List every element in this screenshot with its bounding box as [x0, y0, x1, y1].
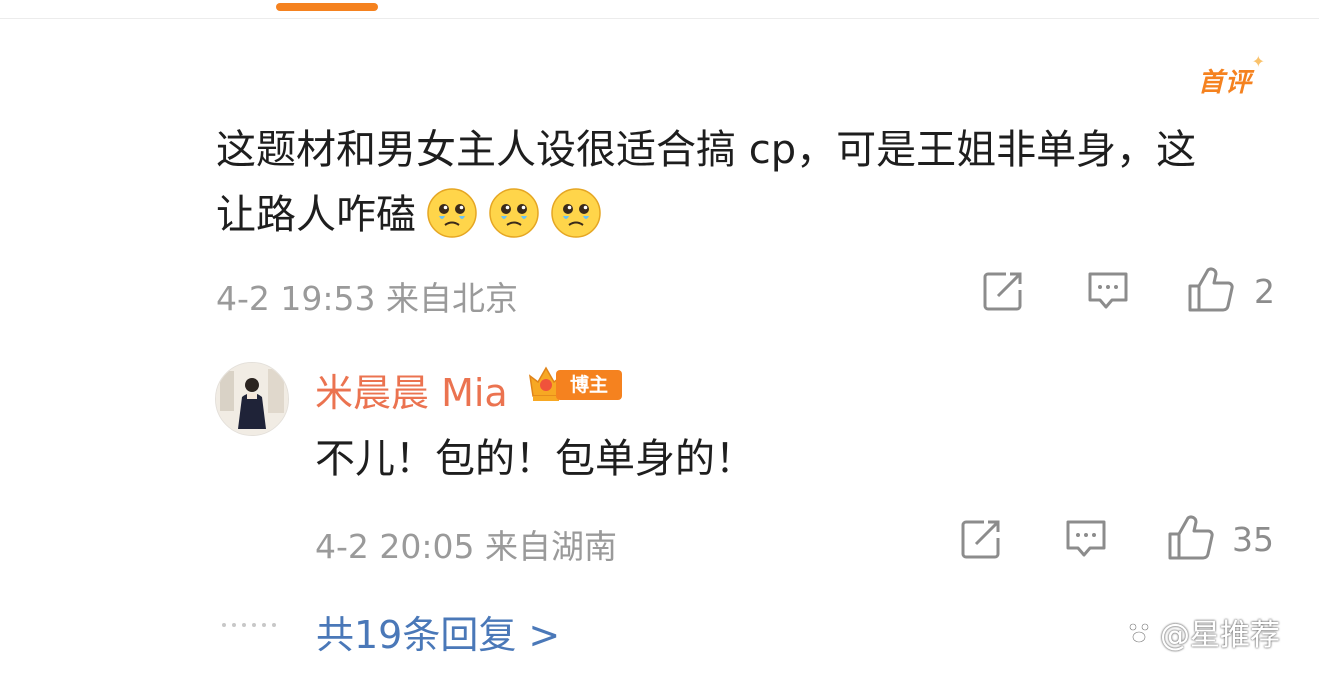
comment-reply-button[interactable]	[1086, 270, 1130, 312]
reply-text: 不儿！包的！包单身的！	[315, 436, 755, 482]
reply-meta: 4-2 20:05 来自湖南	[315, 520, 617, 568]
sparkle-icon: ✦	[1251, 52, 1267, 71]
reply-location: 来自湖南	[485, 527, 617, 566]
reply-username[interactable]: 米晨晨 Mia	[315, 362, 508, 417]
blogger-badge: 博主	[526, 362, 626, 406]
first-comment-badge-label: 首评	[1198, 68, 1253, 98]
like-icon	[1188, 267, 1234, 312]
tab-indicator	[276, 3, 378, 11]
dotted-divider	[222, 623, 276, 627]
reply-share-button[interactable]	[960, 518, 1004, 560]
crying-face-emoji	[427, 188, 477, 238]
avatar-image	[216, 363, 288, 435]
comment-share-button[interactable]	[982, 270, 1026, 312]
comment-body: 这题材和男女主人设很适合搞 cp，可是王姐非单身，这让路人咋磕	[216, 118, 1216, 248]
comment-location: 来自北京	[386, 279, 518, 318]
share-icon	[983, 272, 1022, 311]
comment-icon	[1066, 520, 1106, 557]
avatar[interactable]	[215, 362, 289, 436]
top-divider	[0, 18, 1319, 19]
comment-like-count: 2	[1254, 272, 1275, 311]
reply-timestamp: 4-2 20:05	[315, 527, 475, 566]
comment-text: 这题材和男女主人设很适合搞 cp，可是王姐非单身，这让路人咋磕	[216, 127, 1197, 238]
watermark: @星推荐	[1122, 610, 1280, 654]
comment-icon	[1088, 272, 1128, 309]
comment-timestamp: 4-2 19:53	[216, 279, 376, 318]
share-icon	[961, 520, 1000, 559]
watermark-text: @星推荐	[1160, 618, 1280, 653]
reply-like-count: 35	[1232, 520, 1274, 559]
blogger-badge-label: 博主	[556, 370, 622, 400]
first-comment-badge: 首评 ✦	[1198, 52, 1265, 99]
paw-icon	[1122, 615, 1156, 649]
like-icon	[1168, 515, 1214, 560]
crying-face-emoji	[551, 188, 601, 238]
reply-like-button[interactable]	[1166, 514, 1216, 562]
comment-meta: 4-2 19:53 来自北京	[216, 272, 518, 320]
reply-comment-button[interactable]	[1064, 518, 1108, 560]
crying-face-emoji	[489, 188, 539, 238]
more-replies-link[interactable]: 共19条回复 >	[316, 604, 560, 659]
comment-like-button[interactable]	[1186, 266, 1236, 314]
